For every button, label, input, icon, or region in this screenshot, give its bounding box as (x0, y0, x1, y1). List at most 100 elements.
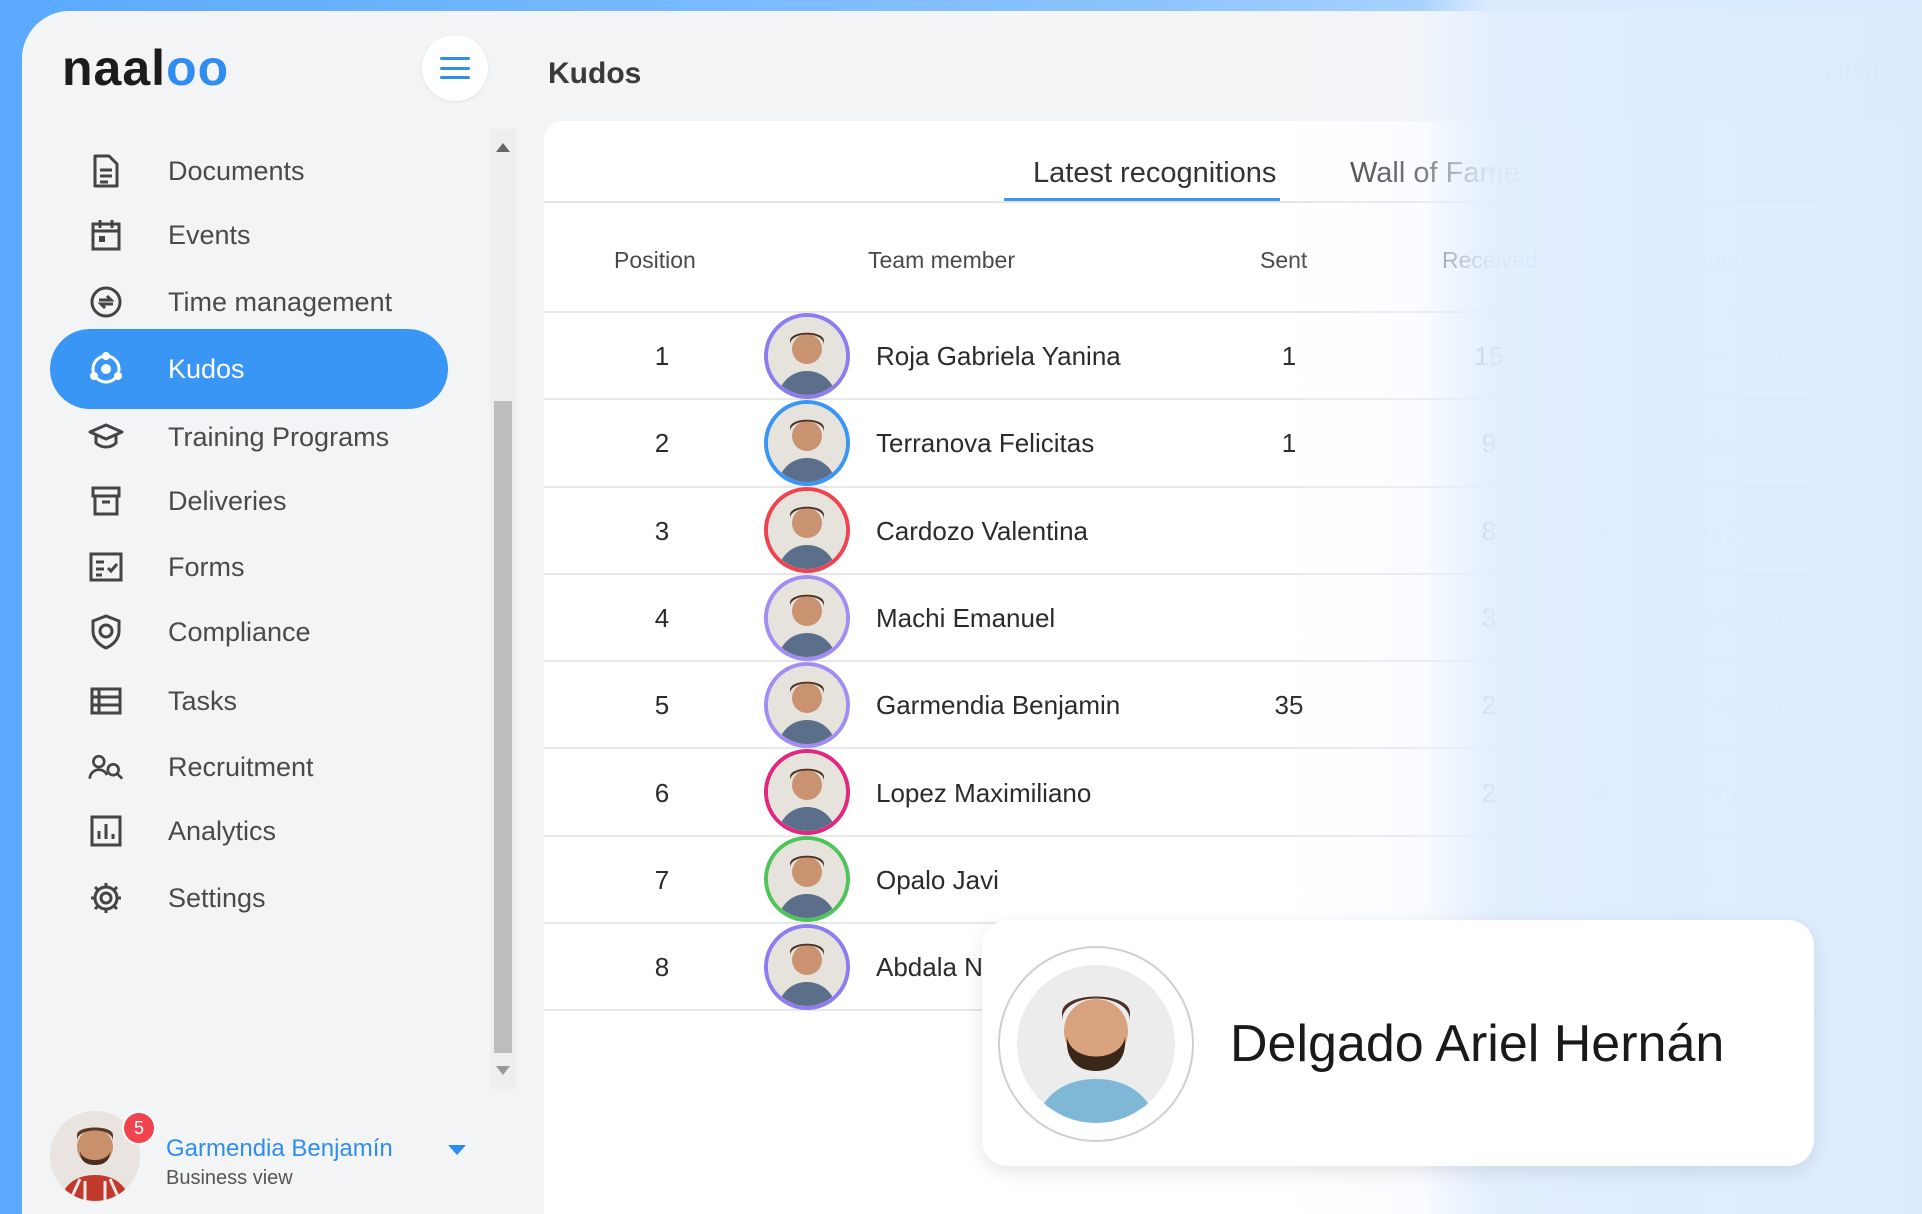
position-cell: 6 (654, 777, 670, 808)
shield-icon (88, 614, 124, 650)
avatar (1017, 965, 1175, 1123)
avatar[interactable] (764, 661, 850, 748)
received-cell: 15 (1474, 341, 1504, 371)
clock-swap-icon (88, 284, 124, 320)
avatar[interactable] (764, 574, 850, 661)
sidebar-scrollbar[interactable] (490, 129, 516, 1089)
featured-in-cell: Team work (1672, 602, 1798, 633)
sidebar-item-label: Forms (168, 551, 245, 582)
archive-box-icon (88, 483, 124, 519)
position-cell: 7 (654, 864, 670, 895)
featured-in-cell: Funny (1672, 515, 1745, 546)
notification-badge: 5 (122, 1111, 156, 1145)
sidebar-item-compliance[interactable]: Compliance (50, 592, 448, 672)
member-name-cell[interactable]: Roja Gabriela Yanina (876, 341, 1121, 372)
sent-cell: 1 (1281, 341, 1297, 371)
sidebar: naaloo Documents Events Time management … (22, 11, 542, 1214)
table-row[interactable]: 2 Terranova Felicitas 1 9 Kudos (544, 399, 1904, 488)
sidebar-item-label: Events (168, 219, 251, 250)
featured-in-cell: Best teammate (1672, 777, 1847, 808)
member-name-cell[interactable]: Garmendia Benjamin (876, 690, 1120, 721)
position-cell: 1 (654, 341, 670, 371)
sent-cell: 1 (1281, 428, 1297, 459)
position-cell: 5 (654, 690, 670, 721)
category-dot-icon (1590, 345, 1612, 367)
category-dot-icon (1590, 694, 1612, 717)
avatar[interactable] (764, 749, 850, 836)
category-dot-icon (1590, 868, 1612, 891)
column-header-team-member[interactable]: Team member (868, 247, 1015, 274)
featured-member-card[interactable]: Delgado Ariel Hernán (982, 920, 1814, 1166)
sidebar-item-settings[interactable]: Settings (50, 858, 448, 938)
received-cell: 2 (1481, 777, 1497, 808)
position-cell: 4 (654, 602, 670, 633)
table-header: Position Team member Sent Received Featu… (544, 201, 1904, 313)
chevron-down-icon[interactable] (448, 1145, 466, 1155)
logo-text: naaloo (62, 40, 230, 96)
table-row[interactable]: 3 Cardozo Valentina 8 Funny (544, 487, 1904, 575)
user-role: Business view (166, 1167, 293, 1189)
member-name-cell[interactable]: Lopez Maximiliano (876, 778, 1091, 809)
member-name-cell[interactable]: Machi Emanuel (876, 603, 1055, 634)
member-name-cell[interactable]: Opalo Javi (876, 865, 999, 896)
avatar[interactable] (764, 836, 850, 923)
sidebar-item-label: Tasks (168, 685, 238, 716)
page-title: Kudos (548, 57, 642, 90)
table-row[interactable]: 4 Machi Emanuel 3 Team work (544, 574, 1904, 663)
category-dot-icon (1590, 519, 1612, 542)
position-cell: 3 (654, 515, 670, 546)
table-row[interactable]: 5 Garmendia Benjamin 35 2 Team work (544, 661, 1904, 750)
column-header-received[interactable]: Received (1442, 247, 1538, 274)
sidebar-item-label: Documents (168, 155, 305, 186)
sidebar-item-label: Recruitment (168, 751, 314, 782)
user-profile[interactable]: 5 Garmendia Benjamín Business view (50, 1111, 470, 1207)
avatar[interactable] (764, 923, 850, 1010)
tab-wall-of-fame[interactable]: Wall of Fame (1350, 157, 1520, 190)
featured-in-cell: Team work (1672, 341, 1798, 371)
avatar[interactable] (764, 399, 850, 486)
column-header-sent[interactable]: Sent (1260, 247, 1307, 274)
received-cell: 8 (1481, 515, 1497, 546)
featured-in-cell: nce (1672, 864, 1714, 895)
user-name: Garmendia Benjamín (166, 1135, 393, 1162)
featured-in-cell: Team work (1672, 690, 1798, 721)
table-row[interactable]: 7 Opalo Javi nce (544, 836, 1904, 925)
sidebar-item-label: Deliveries (168, 485, 287, 516)
tab-latest-recognitions[interactable]: Latest recognitions (1033, 157, 1276, 190)
position-cell: 8 (654, 952, 670, 983)
people-search-icon (88, 749, 124, 785)
member-name-cell[interactable]: Terranova Felicitas (876, 428, 1094, 459)
gear-icon (88, 880, 124, 916)
table-row[interactable]: 1 Roja Gabriela Yanina 1 15 Team work (544, 312, 1904, 401)
category-dot-icon (1590, 432, 1612, 455)
bar-chart-icon (88, 813, 124, 849)
column-header-featured-in[interactable]: Featured in (1662, 247, 1778, 274)
hamburger-icon (440, 57, 470, 79)
sidebar-item-label: Training Programs (168, 421, 390, 452)
assign-training-button[interactable]: + Assign training (1702, 55, 1894, 86)
sidebar-item-label: Settings (168, 882, 266, 913)
avatar[interactable] (764, 487, 850, 574)
member-name-cell[interactable]: Cardozo Valentina (876, 516, 1088, 547)
avatar[interactable] (764, 312, 850, 399)
table-row[interactable]: 6 Lopez Maximiliano 2 Best teammate (544, 749, 1904, 837)
tab-bar: Latest recognitions Wall of Fame (544, 121, 1904, 203)
sidebar-item-label: Time management (168, 286, 393, 317)
sent-cell: 35 (1274, 690, 1304, 721)
scrollbar-thumb[interactable] (494, 401, 512, 1053)
column-header-position[interactable]: Position (614, 247, 696, 274)
graduation-cap-icon (88, 419, 124, 455)
sidebar-item-label: Analytics (168, 815, 277, 846)
scroll-up-arrow-icon[interactable] (496, 143, 510, 152)
received-cell: 3 (1481, 602, 1497, 633)
list-icon (88, 683, 124, 719)
category-dot-icon (1590, 606, 1612, 629)
app-logo[interactable]: naaloo (62, 39, 229, 97)
document-icon (88, 153, 124, 189)
received-cell: 9 (1481, 428, 1497, 459)
sidebar-item-label: Kudos (168, 353, 245, 384)
scroll-down-arrow-icon[interactable] (496, 1066, 510, 1075)
position-cell: 2 (654, 428, 670, 459)
calendar-icon (88, 217, 124, 253)
hamburger-menu-button[interactable] (422, 35, 488, 101)
